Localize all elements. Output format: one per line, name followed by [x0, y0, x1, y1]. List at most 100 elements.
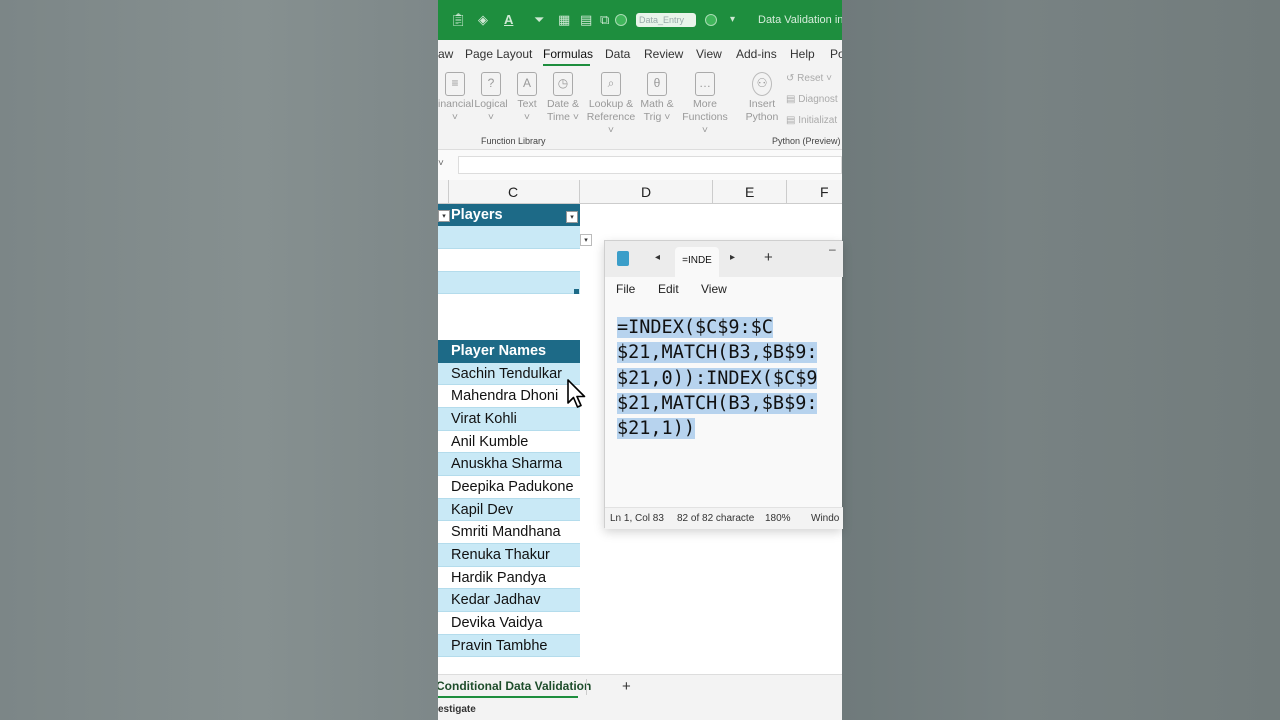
python-initialization-button[interactable]: ▤ Initializat — [786, 115, 837, 126]
date-time-dropdown: Time ˅ — [547, 111, 579, 123]
tab-scroll-left-icon[interactable]: ◂ — [655, 252, 660, 263]
accessibility-status[interactable]: estigate — [438, 704, 476, 715]
minimize-icon[interactable]: – — [829, 242, 836, 256]
more-functions-button[interactable]: … More Functions ˅ — [678, 72, 732, 137]
formula-input[interactable] — [458, 156, 842, 174]
list-item[interactable]: Renuka Thakur — [438, 544, 580, 567]
name-box-chip[interactable]: Data_Entry — [636, 13, 696, 27]
insert-python-label: Insert — [748, 98, 776, 110]
clock-icon: ◷ — [553, 72, 573, 96]
filter-dropdown-icon[interactable]: ▾ — [566, 211, 578, 223]
tab-draw[interactable]: aw — [438, 47, 453, 61]
list-item[interactable]: Kapil Dev — [438, 499, 580, 521]
list-item[interactable]: Virat Kohli — [438, 408, 580, 431]
notepad-tab[interactable]: =INDE — [675, 247, 719, 277]
fill-color-icon[interactable]: ◈ — [478, 12, 488, 28]
players-header[interactable]: Players — [438, 204, 580, 226]
formula-line: $21,1)) — [617, 418, 695, 440]
zoom-level[interactable]: 180% — [765, 513, 791, 524]
list-item[interactable]: Smriti Mandhana — [438, 521, 580, 544]
add-sheet-button[interactable]: + — [622, 678, 631, 695]
tab-power[interactable]: Po — [830, 47, 842, 61]
validation-dropdown-icon[interactable]: ▾ — [580, 234, 592, 246]
list-item[interactable]: Sachin Tendulkar — [438, 363, 580, 385]
notepad-menu-edit[interactable]: Edit — [658, 282, 679, 296]
macro-icon[interactable] — [705, 14, 717, 26]
players-cell[interactable] — [438, 272, 580, 294]
font-color-icon[interactable]: A — [504, 12, 513, 27]
list-item[interactable]: Pravin Tambhe — [438, 635, 580, 657]
tab-add-ins[interactable]: Add-ins — [736, 47, 777, 61]
notepad-menu-view[interactable]: View — [701, 282, 727, 296]
math-trig-button[interactable]: θ Math & Trig ˅ — [638, 72, 676, 124]
character-count: 82 of 82 characte — [677, 513, 755, 524]
filter-icon[interactable]: ⏷ — [534, 12, 544, 28]
formula-line: $21,MATCH(B3,$B$9: — [617, 392, 818, 414]
list-item[interactable]: Kedar Jadhav — [438, 589, 580, 612]
list-item[interactable]: Deepika Padukone — [438, 476, 580, 499]
list-item[interactable]: Devika Vaidya — [438, 612, 580, 635]
table-resize-handle[interactable] — [574, 289, 579, 294]
filter-dropdown-icon[interactable]: ▾ — [438, 210, 450, 222]
record-icon[interactable] — [615, 14, 627, 26]
column-header-c[interactable]: C — [508, 184, 518, 200]
text-button[interactable]: A Text ˅ — [514, 72, 540, 124]
list-item[interactable]: Mahendra Dhoni — [438, 385, 580, 408]
name-box-dropdown-icon[interactable]: ˅ — [438, 158, 444, 169]
logical-dropdown: ˅ — [487, 111, 495, 123]
lookup-dropdown: Reference ˅ — [586, 111, 636, 136]
tab-page-layout[interactable]: Page Layout — [465, 47, 532, 61]
tab-help[interactable]: Help — [790, 47, 815, 61]
customize-qat-icon[interactable]: ▾ — [730, 14, 735, 25]
insert-python-label-2: Python — [745, 111, 779, 123]
column-header-f[interactable]: F — [820, 184, 829, 200]
more-icon: … — [695, 72, 715, 96]
python-diagnostics-button[interactable]: ▤ Diagnost — [786, 94, 838, 105]
tab-view[interactable]: View — [696, 47, 722, 61]
form-icon[interactable]: ▤ — [580, 12, 592, 28]
notepad-menu-file[interactable]: File — [616, 282, 635, 296]
column-separator — [448, 180, 449, 204]
column-header-e[interactable]: E — [745, 184, 754, 200]
tab-review[interactable]: Review — [644, 47, 683, 61]
python-initialization-label: Initializat — [798, 115, 838, 126]
tab-data[interactable]: Data — [605, 47, 630, 61]
players-cell[interactable] — [438, 249, 580, 272]
paste-icon[interactable]: 📋︎ — [450, 12, 467, 28]
date-time-button[interactable]: ◷ Date & Time ˅ — [544, 72, 582, 124]
function-library-group-label: Function Library — [481, 136, 546, 146]
list-item[interactable]: Anuskha Sharma — [438, 453, 580, 476]
active-sheet-underline — [438, 696, 578, 698]
more-dropdown: Functions ˅ — [682, 111, 728, 136]
new-tab-icon[interactable]: + — [764, 249, 773, 266]
notepad-window: ◂ =INDE ▸ + – File Edit View =INDEX($C$9… — [604, 240, 843, 529]
status-bar: estigate — [438, 700, 842, 720]
copy-icon[interactable]: ⧉ — [600, 12, 609, 28]
financial-button[interactable]: ≡ inancial ˅ — [438, 72, 474, 124]
players-cell[interactable] — [438, 226, 580, 249]
column-header-d[interactable]: D — [641, 184, 651, 200]
python-reset-button[interactable]: ↺ Reset ˅ — [786, 73, 832, 84]
tab-formulas[interactable]: Formulas — [543, 47, 593, 61]
player-names-header[interactable]: Player Names — [438, 340, 580, 363]
insert-python-button[interactable]: ⚇ Insert Python — [744, 72, 780, 124]
tab-scroll-right-icon[interactable]: ▸ — [730, 252, 735, 263]
lookup-reference-button[interactable]: ⌕ Lookup & Reference ˅ — [584, 72, 638, 137]
table-icon[interactable]: ▦ — [558, 12, 570, 28]
line-ending[interactable]: Windo — [811, 513, 839, 524]
logical-label: Logical — [474, 98, 508, 110]
list-item[interactable]: Anil Kumble — [438, 431, 580, 453]
python-icon: ⚇ — [752, 72, 772, 96]
notepad-text-area[interactable]: =INDEX($C$9:$C $21,MATCH(B3,$B$9: $21,0)… — [617, 315, 843, 505]
text-icon: A — [517, 72, 537, 96]
cursor-position: Ln 1, Col 83 — [610, 513, 664, 524]
sheet-tab-conditional[interactable]: Conditional Data Validation — [438, 679, 591, 693]
sheet-tab-bar: Conditional Data Validation + — [438, 674, 842, 700]
notepad-status-bar: Ln 1, Col 83 82 of 82 characte 180% Wind… — [605, 507, 843, 529]
question-icon: ? — [481, 72, 501, 96]
column-separator — [786, 180, 787, 204]
logical-button[interactable]: ? Logical ˅ — [474, 72, 508, 124]
list-item[interactable]: Hardik Pandya — [438, 567, 580, 589]
formula-line: =INDEX($C$9:$C — [617, 317, 773, 338]
sheet-divider — [586, 679, 587, 695]
